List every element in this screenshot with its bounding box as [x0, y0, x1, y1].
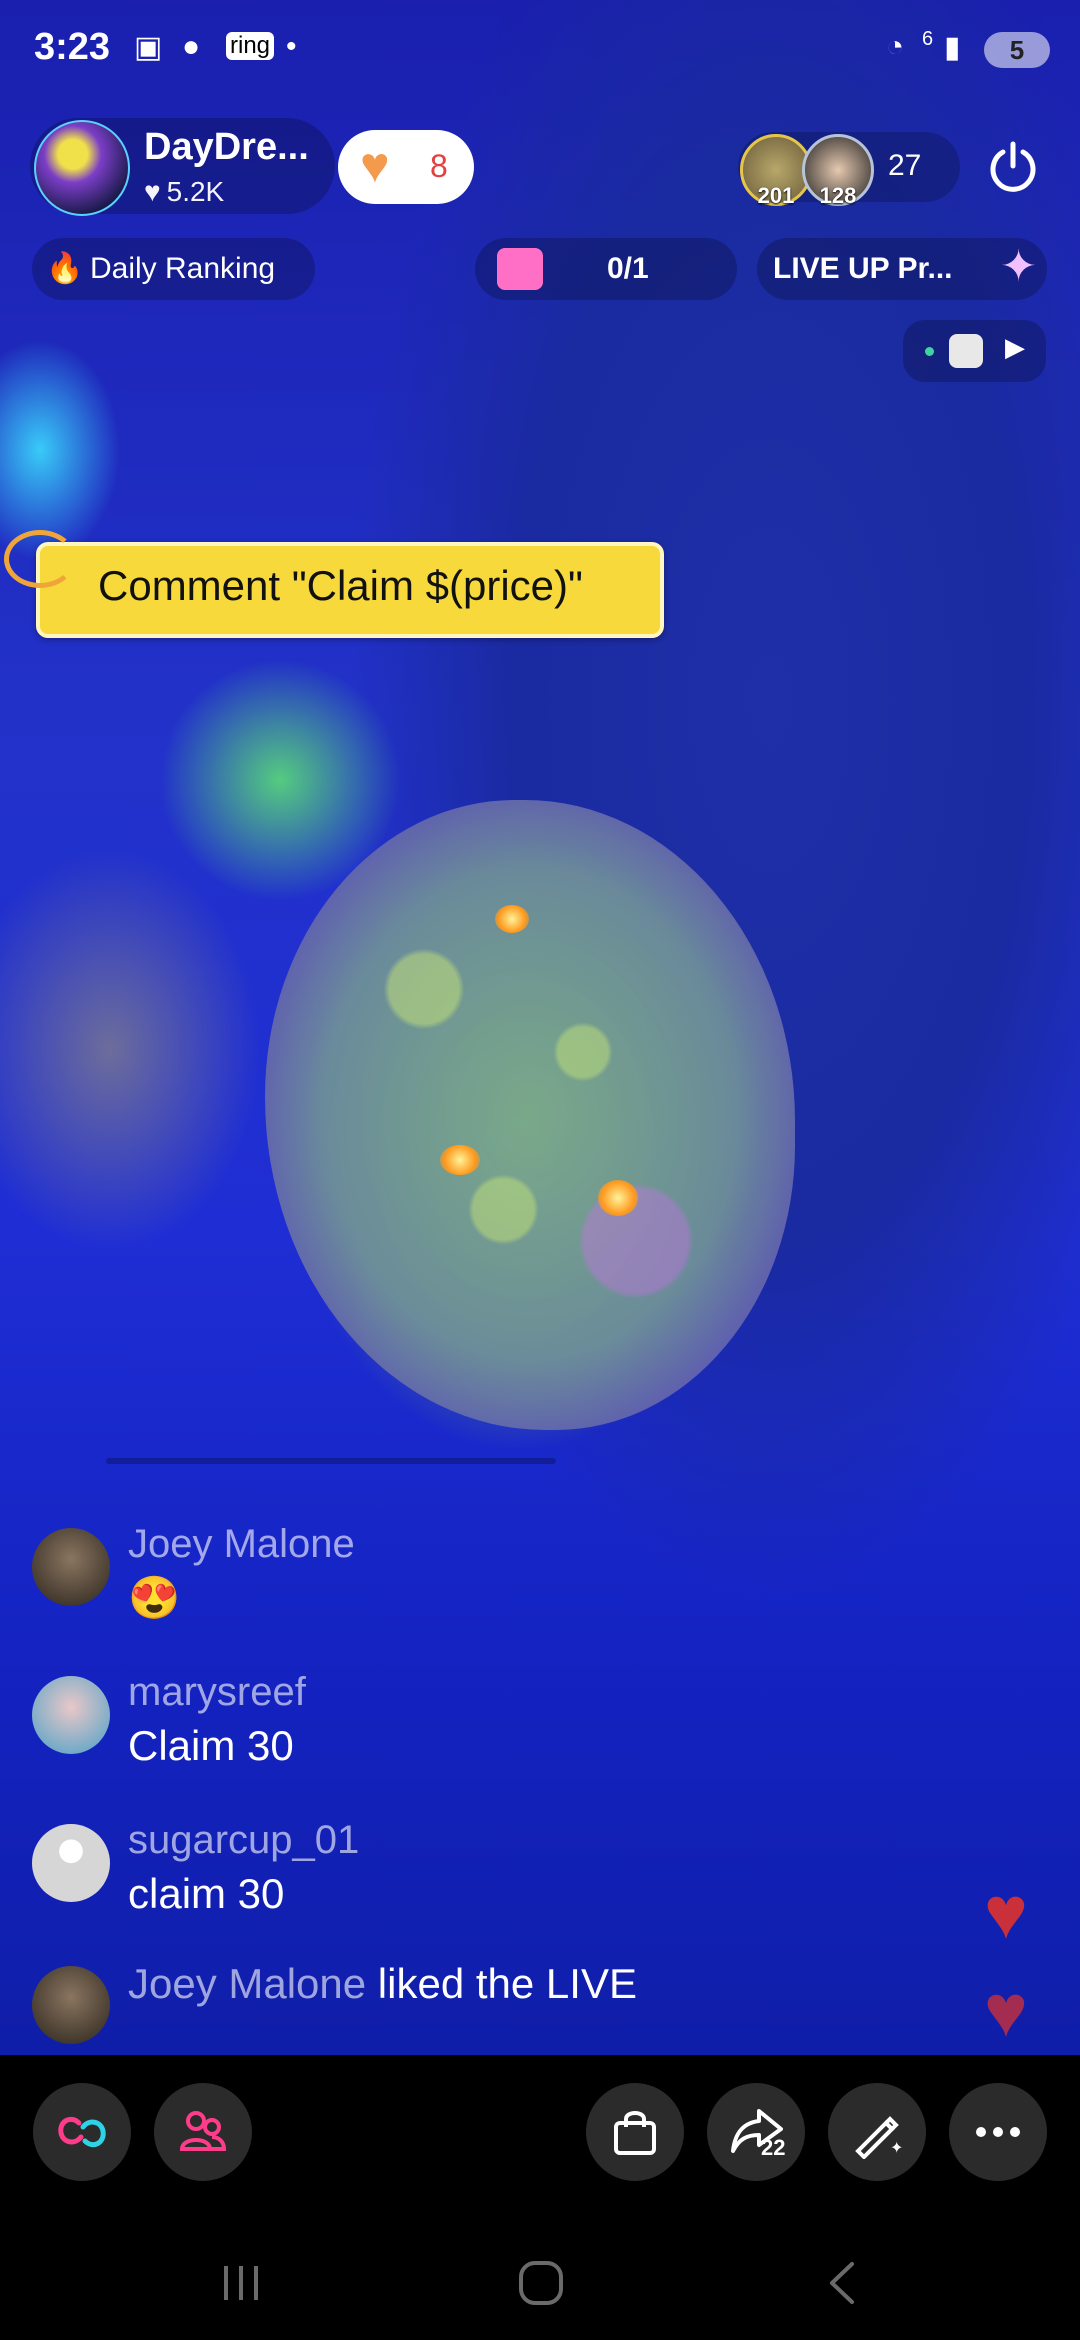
more-button[interactable]	[949, 2083, 1047, 2181]
notification-dot-icon: •	[286, 30, 297, 63]
link-icon	[58, 2116, 106, 2148]
camera-icon	[949, 334, 983, 368]
fire-icon: 🔥	[46, 252, 84, 285]
home-icon[interactable]	[516, 2258, 566, 2308]
commenter-avatar[interactable]	[32, 1676, 110, 1754]
like-count: 8	[430, 148, 448, 184]
coral-mouth	[598, 1180, 638, 1216]
host-info[interactable]: DayDre... ♥ 5.2K	[30, 118, 335, 216]
heart-icon: ♥	[144, 176, 161, 207]
host-likes: ♥ 5.2K	[144, 176, 224, 208]
gift-icon	[497, 248, 543, 290]
status-time: 3:23	[34, 26, 111, 68]
chat-icon: ●	[182, 30, 201, 63]
comments-divider	[106, 1458, 556, 1464]
floating-heart-icon: ♥	[984, 1871, 1028, 1954]
svg-text:✦: ✦	[890, 2138, 903, 2157]
claim-banner-text: Comment "Claim $(price)"	[98, 562, 583, 609]
people-icon	[179, 2111, 227, 2151]
like-button[interactable]: ♥ 8	[338, 130, 474, 204]
bottom-toolbar: 22 ✦	[0, 2055, 1080, 2255]
host-likes-count: 5.2K	[166, 176, 225, 207]
commenter-avatar[interactable]	[32, 1528, 110, 1606]
comment-text: Claim 30	[128, 1722, 294, 1769]
guests-button[interactable]	[154, 2083, 252, 2181]
commenter-avatar[interactable]	[32, 1966, 110, 2044]
comment-text: claim 30	[128, 1870, 285, 1917]
top-viewer-score: 201	[757, 183, 795, 208]
activity-user[interactable]: Joey Malone	[128, 1960, 366, 2007]
effects-button[interactable]: ✦	[828, 2083, 926, 2181]
live-dot-icon	[925, 347, 934, 356]
daily-ranking-chip[interactable]: 🔥 Daily Ranking	[32, 238, 315, 300]
top-viewer-score: 128	[819, 183, 857, 208]
screenshot-icon: ▣	[134, 31, 163, 64]
system-nav-bar	[0, 2230, 1080, 2340]
shopping-bag-icon	[614, 2111, 656, 2155]
goal-progress-chip[interactable]: 0/1	[475, 238, 737, 300]
more-icon	[976, 2127, 1020, 2137]
share-button[interactable]: 22	[707, 2083, 805, 2181]
claim-banner[interactable]: Comment "Claim $(price)"	[4, 530, 664, 638]
live-up-chip[interactable]: LIVE UP Pr... ✦	[757, 238, 1047, 300]
power-icon[interactable]	[984, 138, 1042, 196]
host-name: DayDre...	[144, 126, 309, 168]
back-icon[interactable]	[818, 2258, 868, 2308]
tag-icon	[4, 530, 76, 588]
share-count: 22	[761, 2135, 786, 2160]
magic-wand-icon: ✦	[855, 2116, 903, 2159]
battery-level: 5	[1009, 35, 1025, 65]
signal-icon: ▮	[944, 31, 961, 64]
live-video: 3:23 ▣ ● ring • ◔ 6 ▮ 5 DayDre... ♥ 5.2K …	[0, 0, 1080, 2055]
shop-button[interactable]	[586, 2083, 684, 2181]
coral-mouth	[440, 1145, 480, 1175]
status-bar: 3:23 ▣ ● ring • ◔ 6 ▮ 5	[0, 0, 1080, 100]
top-viewer-avatar[interactable]: 128	[802, 134, 874, 208]
viewer-count: 27	[888, 149, 922, 182]
battery-icon: 5	[984, 32, 1050, 68]
host-avatar[interactable]	[34, 120, 130, 216]
comment-user[interactable]: sugarcup_01	[128, 1818, 359, 1863]
activity-action: liked the LIVE	[366, 1960, 637, 2007]
comment-user[interactable]: Joey Malone	[128, 1522, 355, 1567]
live-up-label: LIVE UP Pr...	[773, 252, 953, 285]
coral-image	[265, 800, 795, 1430]
play-icon: ▶	[1005, 332, 1025, 362]
network-type: 6	[922, 28, 934, 50]
commenter-avatar[interactable]	[32, 1824, 110, 1902]
recent-apps-icon[interactable]	[216, 2258, 266, 2308]
heart-icon: ♥	[360, 137, 390, 193]
live-preview-button[interactable]: ▶	[903, 320, 1046, 382]
ring-app-icon: ring	[226, 32, 275, 60]
goal-progress: 0/1	[607, 252, 649, 285]
floating-heart-icon: ♥	[984, 1969, 1028, 2052]
sparkle-icon: ✦	[1000, 242, 1037, 291]
viewers-panel[interactable]: 201 128 27	[738, 132, 960, 208]
comment-user[interactable]: marysreef	[128, 1670, 306, 1715]
activity-text: Joey Malone liked the LIVE	[128, 1960, 637, 2008]
wifi-icon: ◔	[886, 30, 905, 63]
multi-guest-button[interactable]	[33, 2083, 131, 2181]
daily-ranking-label: Daily Ranking	[90, 252, 276, 285]
comment-text: 😍	[128, 1574, 181, 1621]
coral-mouth	[495, 905, 529, 933]
